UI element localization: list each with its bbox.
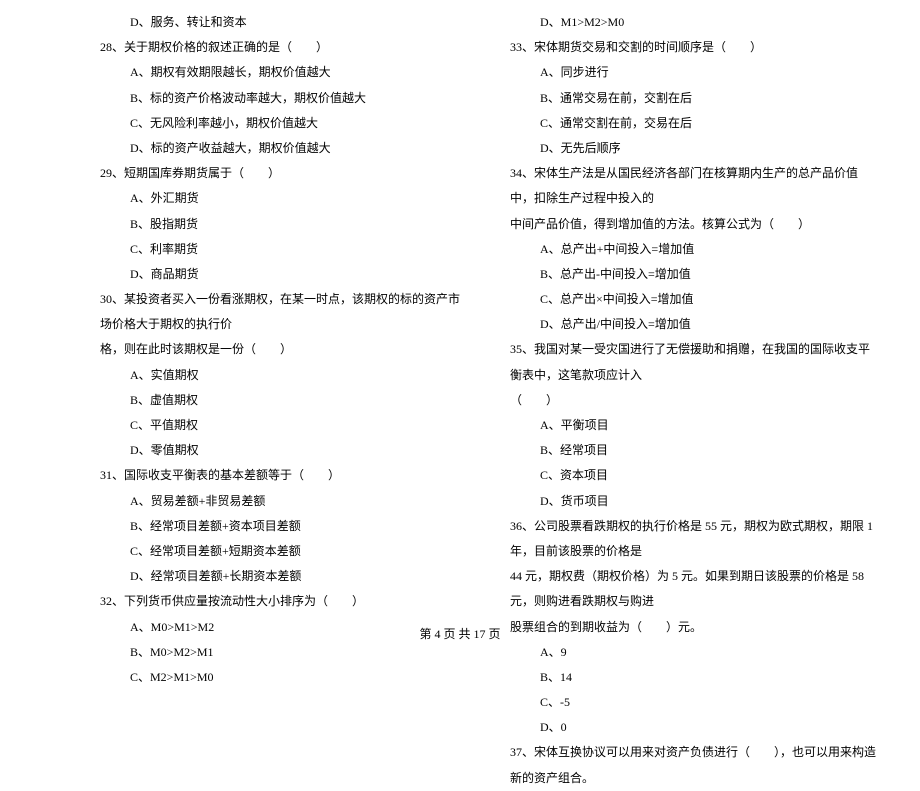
question-text: 34、宋体生产法是从国民经济各部门在核算期内生产的总产品价值中，扣除生产过程中投… [510,161,880,211]
option-text: B、经常项目差额+资本项目差额 [100,514,470,539]
option-text: C、-5 [510,690,880,715]
option-text: C、总产出×中间投入=增加值 [510,287,880,312]
option-text: D、经常项目差额+长期资本差额 [100,564,470,589]
option-text: D、总产出/中间投入=增加值 [510,312,880,337]
option-text: A、期权有效期限越长，期权价值越大 [100,60,470,85]
option-text: A、实值期权 [100,363,470,388]
option-text: A、总产出+中间投入=增加值 [510,237,880,262]
question-text: 32、下列货币供应量按流动性大小排序为（ ） [100,589,470,614]
option-text: C、M2>M1>M0 [100,665,470,690]
continuation-text: 中间产品价值，得到增加值的方法。核算公式为（ ） [510,212,880,237]
question-text: 30、某投资者买入一份看涨期权，在某一时点，该期权的标的资产市场价格大于期权的执… [100,287,470,337]
option-text: B、通常交易在前，交割在后 [510,86,880,111]
option-text: B、经常项目 [510,438,880,463]
option-text: C、资本项目 [510,463,880,488]
option-text: D、无先后顺序 [510,136,880,161]
option-text: B、虚值期权 [100,388,470,413]
page-body: D、服务、转让和资本28、关于期权价格的叙述正确的是（ ）A、期权有效期限越长，… [0,0,920,620]
option-text: B、标的资产价格波动率越大，期权价值越大 [100,86,470,111]
option-text: B、14 [510,665,880,690]
continuation-text: （ ） [510,388,880,413]
option-text: B、股指期货 [100,212,470,237]
option-text: D、商品期货 [100,262,470,287]
page-footer: 第 4 页 共 17 页 [0,625,920,642]
continuation-text: 44 元，期权费（期权价格）为 5 元。如果到期日该股票的价格是 58 元，则购… [510,564,880,614]
option-text: B、M0>M2>M1 [100,640,470,665]
option-text: D、货币项目 [510,489,880,514]
question-text: 31、国际收支平衡表的基本差额等于（ ） [100,463,470,488]
option-text: A、贸易差额+非贸易差额 [100,489,470,514]
option-text: D、服务、转让和资本 [100,10,470,35]
question-text: 35、我国对某一受灾国进行了无偿援助和捐赠，在我国的国际收支平衡表中，这笔款项应… [510,337,880,387]
option-text: A、9 [510,640,880,665]
option-text: D、零值期权 [100,438,470,463]
question-text: 29、短期国库券期货属于（ ） [100,161,470,186]
option-text: A、平衡项目 [510,413,880,438]
option-text: C、经常项目差额+短期资本差额 [100,539,470,564]
option-text: D、M1>M2>M0 [510,10,880,35]
question-text: 33、宋体期货交易和交割的时间顺序是（ ） [510,35,880,60]
option-text: D、标的资产收益越大，期权价值越大 [100,136,470,161]
question-text: 28、关于期权价格的叙述正确的是（ ） [100,35,470,60]
question-text: 36、公司股票看跌期权的执行价格是 55 元，期权为欧式期权，期限 1 年，目前… [510,514,880,564]
option-text: A、外汇期货 [100,186,470,211]
right-column: D、M1>M2>M033、宋体期货交易和交割的时间顺序是（ ）A、同步进行B、通… [490,10,880,620]
left-column: D、服务、转让和资本28、关于期权价格的叙述正确的是（ ）A、期权有效期限越长，… [100,10,490,620]
continuation-text: 格，则在此时该期权是一份（ ） [100,337,470,362]
option-text: C、无风险利率越小，期权价值越大 [100,111,470,136]
option-text: D、0 [510,715,880,740]
option-text: C、平值期权 [100,413,470,438]
option-text: C、通常交割在前，交易在后 [510,111,880,136]
question-text: 37、宋体互换协议可以用来对资产负债进行（ ），也可以用来构造新的资产组合。 [510,740,880,790]
option-text: C、利率期货 [100,237,470,262]
option-text: B、总产出-中间投入=增加值 [510,262,880,287]
option-text: A、同步进行 [510,60,880,85]
